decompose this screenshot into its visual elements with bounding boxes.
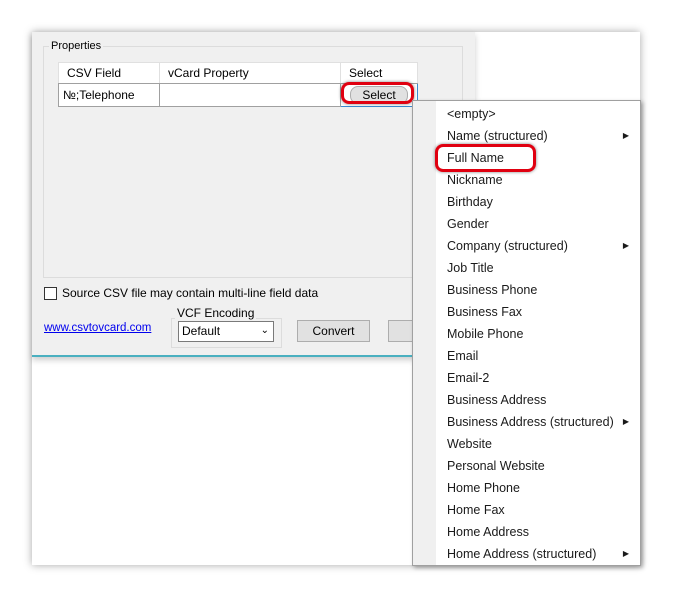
converter-dialog: Properties CSV Field vCard Property Select… — [32, 32, 475, 357]
menu-item[interactable]: Job Title — [447, 257, 637, 279]
menu-item-label: Business Address — [447, 393, 547, 407]
vcard-property-cell[interactable] — [159, 83, 341, 107]
convert-button[interactable]: Convert — [297, 320, 370, 342]
menu-item-label: Nickname — [447, 173, 503, 187]
menu-icon-strip — [413, 101, 436, 565]
menu-item-label: Email — [447, 349, 479, 363]
encoding-select[interactable]: Default ⌄ — [178, 321, 274, 342]
menu-item[interactable]: Home Address (structured) ▶ — [447, 543, 637, 565]
menu-item-label: Website — [447, 437, 492, 451]
menu-item[interactable]: Gender — [447, 213, 637, 235]
submenu-arrow-icon: ▶ — [622, 417, 629, 426]
menu-item[interactable]: Business Address (structured) ▶ — [447, 411, 637, 433]
menu-item[interactable]: Personal Website — [447, 455, 637, 477]
header-vcard-property: vCard Property — [159, 62, 341, 84]
menu-item[interactable]: Home Fax — [447, 499, 637, 521]
menu-item-label: Gender — [447, 217, 489, 231]
submenu-arrow-icon: ▶ — [622, 549, 629, 558]
menu-item-label: Home Address (structured) — [447, 547, 597, 561]
menu-item-label: Home Address — [447, 525, 529, 539]
header-csv-field: CSV Field — [58, 62, 160, 84]
menu-item[interactable]: Birthday — [447, 191, 637, 213]
menu-item-label: Home Phone — [447, 481, 520, 495]
menu-item[interactable]: Business Fax — [447, 301, 637, 323]
csv-field-cell: №;Telephone — [58, 83, 160, 107]
menu-item-label: Name (structured) — [447, 129, 548, 143]
menu-item[interactable]: Email — [447, 345, 637, 367]
menu-item-label: Birthday — [447, 195, 493, 209]
menu-item[interactable]: <empty> — [447, 103, 637, 125]
website-link[interactable]: www.csvtovcard.com — [44, 322, 151, 334]
menu-item[interactable]: Nickname — [447, 169, 637, 191]
full-name-highlight — [435, 144, 536, 172]
menu-item[interactable]: Website — [447, 433, 637, 455]
menu-item-label: Business Fax — [447, 305, 523, 319]
submenu-arrow-icon: ▶ — [622, 241, 629, 250]
menu-item-label: Personal Website — [447, 459, 545, 473]
menu-item[interactable]: Business Phone — [447, 279, 637, 301]
menu-item[interactable]: Home Phone — [447, 477, 637, 499]
menu-item[interactable]: Company (structured) ▶ — [447, 235, 637, 257]
multiline-checkbox-label: Source CSV file may contain multi-line f… — [62, 286, 319, 300]
menu-item-label: Mobile Phone — [447, 327, 524, 341]
menu-item-label: Business Address (structured) — [447, 415, 614, 429]
menu-item-label: Job Title — [447, 261, 494, 275]
properties-title: Properties — [49, 40, 104, 52]
menu-item-label: Home Fax — [447, 503, 505, 517]
submenu-arrow-icon: ▶ — [622, 131, 629, 140]
menu-item[interactable]: Home Address — [447, 521, 637, 543]
menu-item[interactable]: Mobile Phone — [447, 323, 637, 345]
menu-item-label: Company (structured) — [447, 239, 568, 253]
menu-item-label: <empty> — [447, 107, 496, 121]
menu-item-label: Email-2 — [447, 371, 490, 385]
menu-item-label: Business Phone — [447, 283, 538, 297]
select-highlight — [341, 82, 414, 104]
multiline-checkbox[interactable] — [44, 287, 57, 300]
menu-item[interactable]: Business Address — [447, 389, 637, 411]
menu-item[interactable]: Email-2 — [447, 367, 637, 389]
encoding-title: VCF Encoding — [175, 306, 257, 320]
chevron-down-icon: ⌄ — [260, 325, 269, 336]
encoding-value: Default — [182, 324, 221, 338]
header-select: Select — [340, 62, 418, 84]
